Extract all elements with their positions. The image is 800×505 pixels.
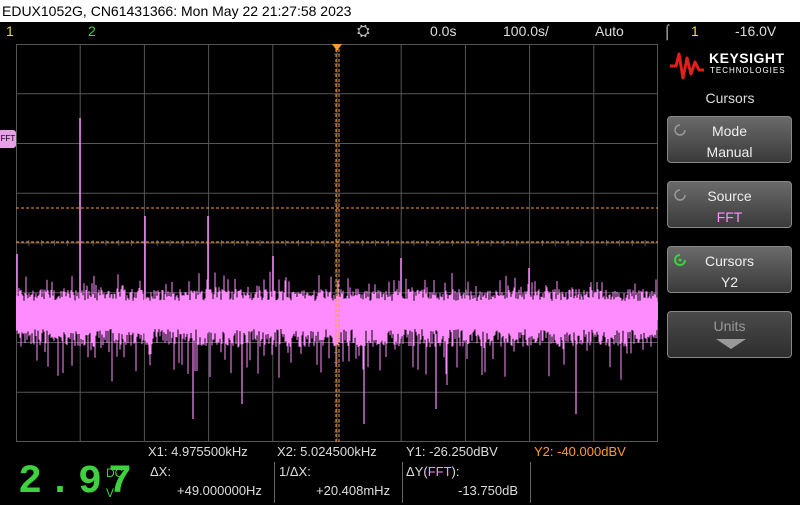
trigger-position-icon (332, 44, 342, 51)
units-label: Units (713, 318, 746, 334)
mode-softkey[interactable]: Mode Manual (667, 116, 792, 163)
y1-readout: Y1: -26.250dBV (406, 444, 498, 459)
dvm-coupling: DC (106, 466, 124, 480)
channel-2-indicator[interactable]: 2 (88, 23, 96, 39)
rising-edge-icon: ⌠ (663, 23, 672, 39)
x1-readout: X1: 4.975500kHz (148, 444, 248, 459)
dy-value: -13.750dB (458, 483, 518, 498)
waveform-display[interactable] (16, 44, 658, 442)
dy-label-source: FFT (427, 464, 452, 479)
units-softkey[interactable]: Units (667, 311, 792, 358)
graticule (16, 44, 658, 442)
cursors-value: Y2 (720, 274, 739, 290)
inv-dx-value: +20.408mHz (316, 483, 391, 498)
fft-reference-marker[interactable]: FFT (0, 130, 16, 148)
trigger-channel: 1 (691, 23, 699, 39)
y2-readout: Y2: -40.000dBV (534, 444, 626, 459)
menu-title: Cursors (705, 90, 755, 106)
dy-label-prefix: ΔY( (406, 464, 428, 479)
source-label: Source (707, 188, 752, 204)
brand-sub: TECHNOLOGIES (710, 66, 786, 75)
dy-label-suffix: ): (451, 464, 460, 479)
inv-dx-label: 1/ΔX: (279, 464, 311, 479)
source-value: FFT (716, 209, 743, 225)
dx-label: ΔX: (150, 464, 171, 479)
cursors-label: Cursors (704, 253, 754, 269)
mode-label: Mode (711, 123, 748, 139)
window-title: EDUX1052G, CN61431366: Mon May 22 21:27:… (0, 0, 800, 22)
chevron-down-icon (716, 339, 746, 349)
cursors-softkey[interactable]: Cursors Y2 (667, 246, 792, 293)
time-delay: 0.0s (430, 23, 457, 39)
trigger-level: -16.0V (735, 23, 777, 39)
status-bar: 1 2 ⛭ 0.0s 100.0s/ Auto ⌠ 1 -16.0V (0, 22, 800, 42)
dy-label: ΔY(FFT): (406, 464, 459, 479)
dvm-unit: V (106, 486, 115, 500)
run-state-icon: ⛭ (357, 23, 370, 40)
source-softkey[interactable]: Source FFT (667, 181, 792, 228)
fft-trace-band (16, 302, 658, 320)
time-scale: 100.0s/ (503, 23, 549, 39)
mode-value: Manual (706, 144, 753, 160)
dx-value: +49.000000Hz (177, 483, 262, 498)
x2-readout: X2: 5.024500kHz (277, 444, 377, 459)
brand-name: KEYSIGHT (709, 50, 785, 66)
trigger-mode: Auto (595, 23, 624, 39)
channel-1-indicator[interactable]: 1 (6, 23, 14, 39)
